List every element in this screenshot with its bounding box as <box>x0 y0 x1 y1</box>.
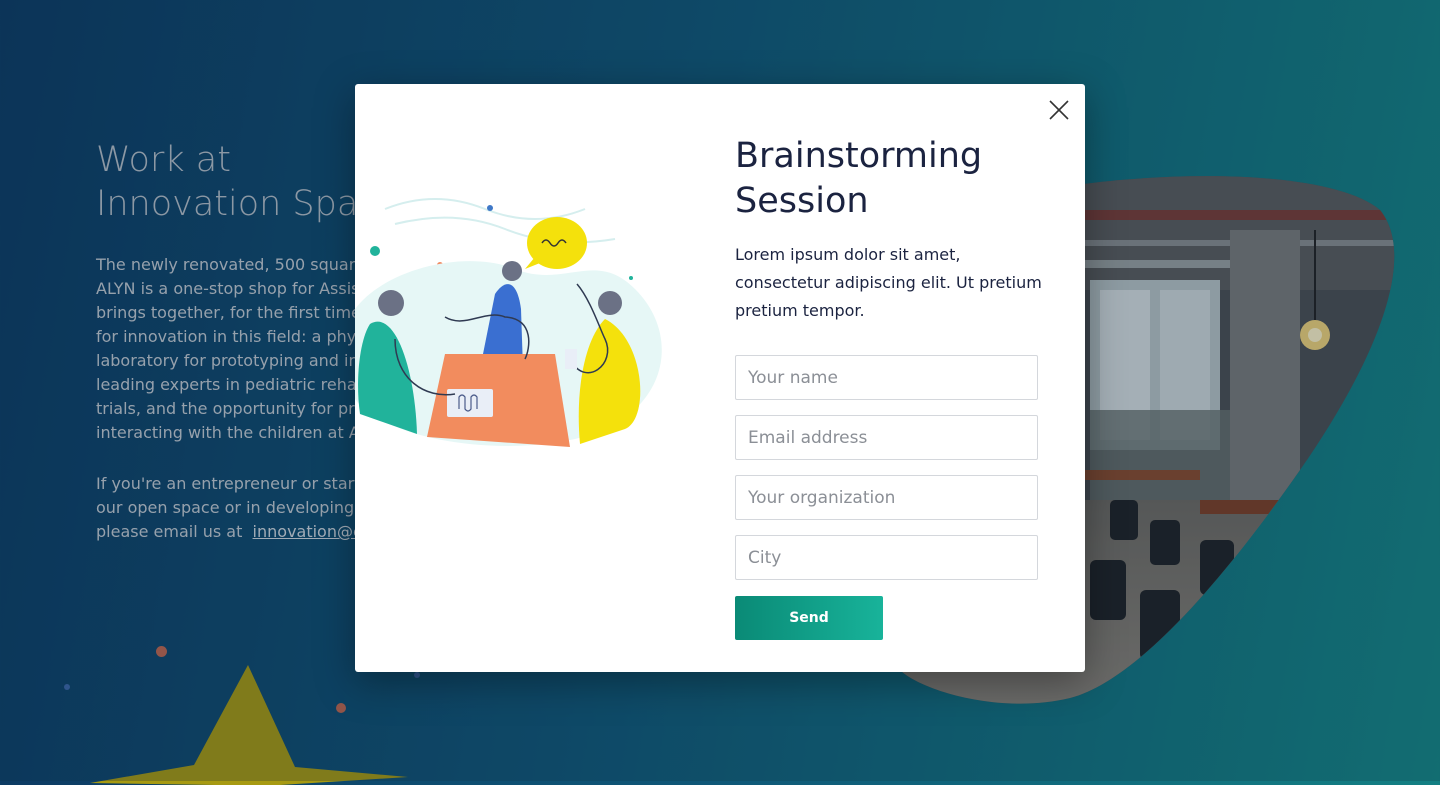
send-button[interactable]: Send <box>735 596 883 640</box>
modal-description-line: consectetur adipiscing elit. Ut pretium <box>735 273 1042 292</box>
modal-title-line: Session <box>735 181 869 221</box>
email-field[interactable] <box>735 415 1038 460</box>
organization-field[interactable] <box>735 475 1038 520</box>
close-button[interactable] <box>1047 98 1071 122</box>
city-field[interactable] <box>735 535 1038 580</box>
modal-description-line: pretium tempor. <box>735 301 865 320</box>
modal-title-line: Brainstorming <box>735 136 983 176</box>
modal-description: Lorem ipsum dolor sit amet, consectetur … <box>735 241 1055 325</box>
brainstorming-illustration <box>355 198 662 447</box>
modal-description-line: Lorem ipsum dolor sit amet, <box>735 245 961 264</box>
brainstorming-modal: Brainstorming Session Lorem ipsum dolor … <box>355 84 1085 672</box>
name-field[interactable] <box>735 355 1038 400</box>
modal-title: Brainstorming Session <box>735 134 1055 224</box>
close-icon[interactable] <box>1047 98 1071 122</box>
